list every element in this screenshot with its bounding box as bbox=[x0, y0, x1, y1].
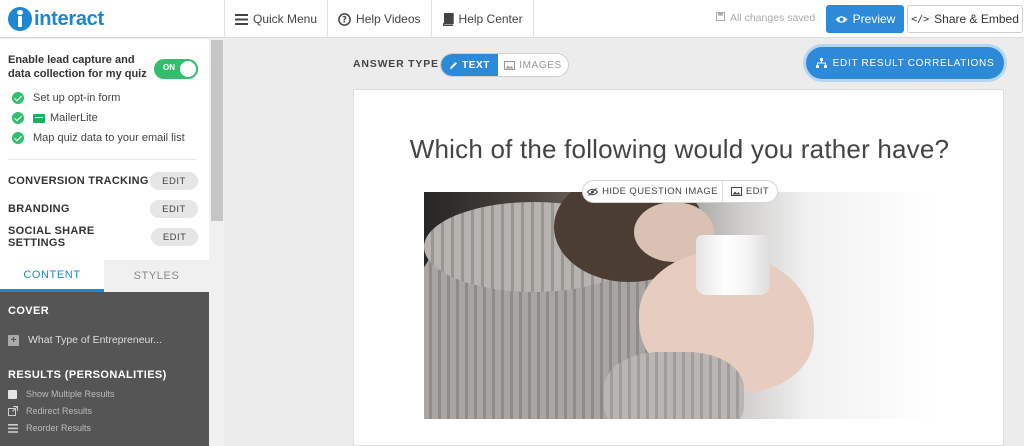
cover-item-label: What Type of Entrepreneur... bbox=[28, 334, 163, 346]
checklist-item-label: MailerLite bbox=[50, 112, 98, 124]
photo-cup bbox=[696, 235, 770, 295]
help-videos-button[interactable]: ? Help Videos bbox=[327, 0, 431, 38]
interact-logo[interactable]: interact bbox=[8, 5, 104, 33]
floppy-icon bbox=[716, 12, 725, 24]
share-embed-label: Share & Embed bbox=[934, 12, 1019, 26]
check-circle-icon bbox=[12, 92, 24, 104]
check-circle-icon bbox=[12, 112, 24, 124]
checklist-item-map-data[interactable]: Map quiz data to your email list bbox=[12, 132, 185, 144]
help-center-button[interactable]: Help Center bbox=[430, 0, 534, 38]
question-image-toolbar: HIDE QUESTION IMAGE EDIT bbox=[582, 180, 778, 203]
check-circle-icon bbox=[12, 132, 24, 144]
answer-type-images-label: IMAGES bbox=[519, 59, 562, 71]
image-icon bbox=[730, 187, 742, 196]
lead-capture-toggle[interactable]: ON bbox=[154, 59, 198, 79]
quick-menu-label: Quick Menu bbox=[253, 12, 318, 26]
sidebar-tabs: CONTENT STYLES bbox=[0, 260, 209, 292]
save-status: All changes saved bbox=[716, 12, 815, 24]
help-circle-icon: ? bbox=[338, 12, 351, 26]
help-videos-label: Help Videos bbox=[356, 12, 421, 26]
sidebar: Enable lead capture and data collection … bbox=[0, 39, 209, 446]
save-status-text: All changes saved bbox=[730, 12, 816, 24]
cover-item[interactable]: + What Type of Entrepreneur... bbox=[8, 334, 162, 346]
reorder-results-label: Reorder Results bbox=[26, 423, 92, 433]
top-nav: Quick Menu ? Help Videos Help Center bbox=[224, 0, 534, 38]
eye-slash-icon bbox=[587, 187, 599, 196]
mailerlite-icon bbox=[33, 113, 45, 123]
checklist-item-label: Set up opt-in form bbox=[33, 92, 121, 104]
hamburger-icon bbox=[235, 13, 248, 25]
preview-button[interactable]: Preview bbox=[826, 5, 904, 33]
branding-row: BRANDING EDIT bbox=[8, 199, 198, 219]
question-image[interactable] bbox=[424, 192, 936, 419]
cover-heading: COVER bbox=[8, 305, 50, 317]
answer-type-text-option[interactable]: TEXT bbox=[441, 54, 498, 76]
question-card: Which of the following would you rather … bbox=[353, 89, 1004, 446]
redirect-results-option[interactable]: Redirect Results bbox=[8, 406, 92, 416]
social-share-row: SOCIAL SHARE SETTINGS EDIT bbox=[8, 225, 198, 249]
show-multiple-results-option[interactable]: Show Multiple Results bbox=[8, 389, 115, 399]
toggle-state-text: ON bbox=[163, 63, 175, 72]
checklist-item-mailerlite[interactable]: MailerLite bbox=[12, 112, 98, 124]
image-icon bbox=[504, 60, 516, 70]
divider bbox=[8, 159, 196, 160]
reorder-results-option[interactable]: Reorder Results bbox=[8, 423, 91, 433]
toggle-knob bbox=[180, 61, 196, 77]
redirect-results-label: Redirect Results bbox=[26, 406, 93, 416]
pencil-icon bbox=[449, 61, 458, 70]
eye-icon bbox=[835, 15, 848, 24]
tab-content[interactable]: CONTENT bbox=[0, 260, 104, 292]
answer-type-text-label: TEXT bbox=[462, 59, 490, 71]
checklist-item-opt-in[interactable]: Set up opt-in form bbox=[12, 92, 120, 104]
logo-text: interact bbox=[34, 7, 104, 30]
quiz-outline-panel: COVER + What Type of Entrepreneur... RES… bbox=[0, 292, 209, 446]
preview-label: Preview bbox=[852, 12, 896, 26]
top-bar: interact Quick Menu ? Help Videos Help C… bbox=[0, 0, 1024, 38]
quick-menu-button[interactable]: Quick Menu bbox=[224, 0, 327, 38]
branding-edit-button[interactable]: EDIT bbox=[150, 200, 198, 218]
conversion-tracking-row: CONVERSION TRACKING EDIT bbox=[8, 171, 198, 191]
checkbox-icon bbox=[8, 389, 18, 399]
answer-type-images-option[interactable]: IMAGES bbox=[498, 54, 568, 76]
photo-sleeve bbox=[604, 352, 744, 419]
edit-image-label: EDIT bbox=[745, 186, 770, 197]
conversion-tracking-label: CONVERSION TRACKING bbox=[8, 175, 149, 187]
list-icon bbox=[8, 423, 18, 433]
edit-image-button[interactable]: EDIT bbox=[723, 186, 777, 197]
edit-result-correlations-label: EDIT RESULT CORRELATIONS bbox=[832, 57, 995, 69]
share-embed-button[interactable]: </> Share & Embed bbox=[907, 5, 1023, 33]
results-heading: RESULTS (PERSONALITIES) bbox=[8, 369, 167, 381]
code-icon: </> bbox=[911, 13, 930, 25]
branding-label: BRANDING bbox=[8, 203, 70, 215]
external-link-icon bbox=[8, 406, 18, 416]
conversion-tracking-edit-button[interactable]: EDIT bbox=[150, 172, 198, 190]
question-title[interactable]: Which of the following would you rather … bbox=[354, 134, 1005, 165]
social-share-edit-button[interactable]: EDIT bbox=[151, 228, 198, 246]
social-share-label: SOCIAL SHARE SETTINGS bbox=[8, 225, 95, 249]
plus-icon: + bbox=[8, 334, 19, 346]
sidebar-scrollbar-thumb[interactable] bbox=[211, 40, 223, 221]
answer-type-label: ANSWER TYPE bbox=[353, 58, 439, 70]
help-center-label: Help Center bbox=[458, 12, 523, 26]
book-icon bbox=[442, 12, 454, 26]
hide-question-image-label: HIDE QUESTION IMAGE bbox=[602, 186, 718, 197]
lead-capture-label: Enable lead capture and data collection … bbox=[8, 54, 147, 80]
show-multiple-results-label: Show Multiple Results bbox=[26, 389, 115, 399]
edit-result-correlations-button[interactable]: EDIT RESULT CORRELATIONS bbox=[806, 47, 1004, 79]
logo-icon bbox=[8, 7, 32, 31]
sitemap-icon bbox=[815, 58, 827, 68]
answer-type-selector: TEXT IMAGES bbox=[440, 53, 569, 77]
svg-text:?: ? bbox=[342, 15, 347, 25]
hide-question-image-button[interactable]: HIDE QUESTION IMAGE bbox=[583, 181, 723, 202]
tab-styles[interactable]: STYLES bbox=[104, 260, 209, 292]
checklist-item-label: Map quiz data to your email list bbox=[33, 132, 185, 144]
